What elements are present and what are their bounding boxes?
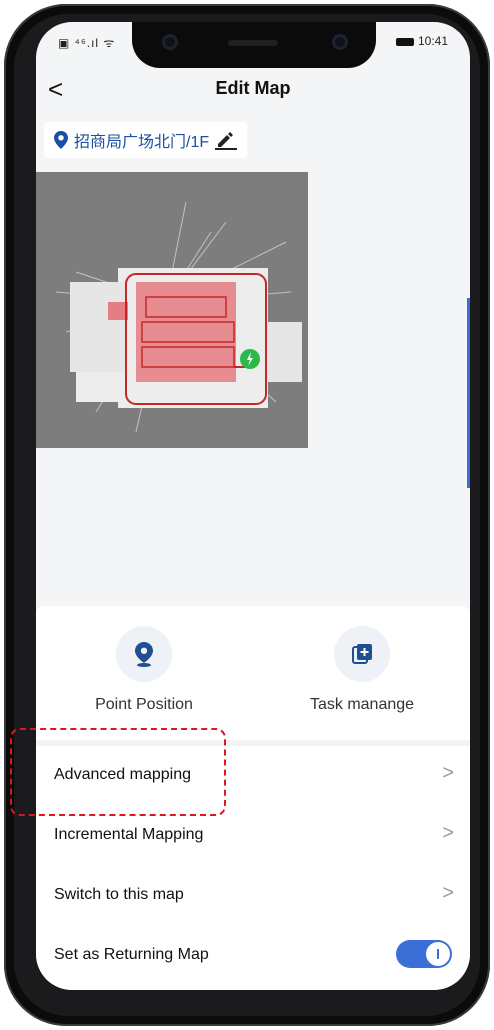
chevron-right-icon: >: [442, 762, 454, 784]
map-canvas[interactable]: [36, 172, 308, 448]
pin-icon: [54, 131, 68, 149]
map-location-chip[interactable]: 招商局广场北门/1F: [44, 122, 248, 158]
speaker-grill: [228, 40, 278, 46]
camera-notch: [132, 22, 376, 68]
battery-icon: [395, 37, 414, 46]
returning-map-label: Set as Returning Map: [54, 946, 209, 963]
chevron-right-icon: >: [442, 882, 454, 904]
task-manage-icon-circle: [334, 626, 390, 682]
page-title: Edit Map: [215, 78, 291, 98]
task-manage-label: Task manange: [309, 696, 415, 713]
incremental-mapping-label: Incremental Mapping: [54, 826, 204, 843]
point-position-label: Point Position: [95, 696, 193, 713]
point-position-icon: [135, 642, 153, 667]
status-time: 10:41: [417, 34, 448, 48]
pencil-icon[interactable]: [215, 130, 238, 150]
highlight-annotation: [10, 728, 226, 816]
point-position-icon-circle: [116, 626, 172, 682]
scrollbar[interactable]: [467, 298, 470, 488]
app-screen: ▣ ⁴⁶.ıl ᯤ 10:41 < Edit Map 招商局广场北门/1F Po…: [36, 22, 470, 990]
top-bar: < Edit Map: [36, 68, 470, 112]
task-manage-button[interactable]: Task manange: [262, 626, 462, 714]
point-position-button[interactable]: Point Position: [44, 626, 244, 714]
status-icons: ▣ ⁴⁶.ıl ᯤ: [58, 36, 116, 50]
chevron-right-icon: >: [442, 822, 454, 844]
location-text: 招商局广场北门/1F: [74, 134, 210, 151]
task-add-icon: [352, 644, 372, 664]
switch-map-row[interactable]: Switch to this map >: [36, 866, 470, 926]
front-camera: [162, 34, 178, 50]
returning-map-toggle[interactable]: [396, 940, 452, 968]
toggle-knob: [426, 942, 450, 966]
status-right: 10:41: [395, 34, 448, 48]
switch-map-label: Switch to this map: [54, 886, 184, 903]
sensor: [332, 34, 348, 50]
returning-map-row: Set as Returning Map: [36, 926, 470, 986]
